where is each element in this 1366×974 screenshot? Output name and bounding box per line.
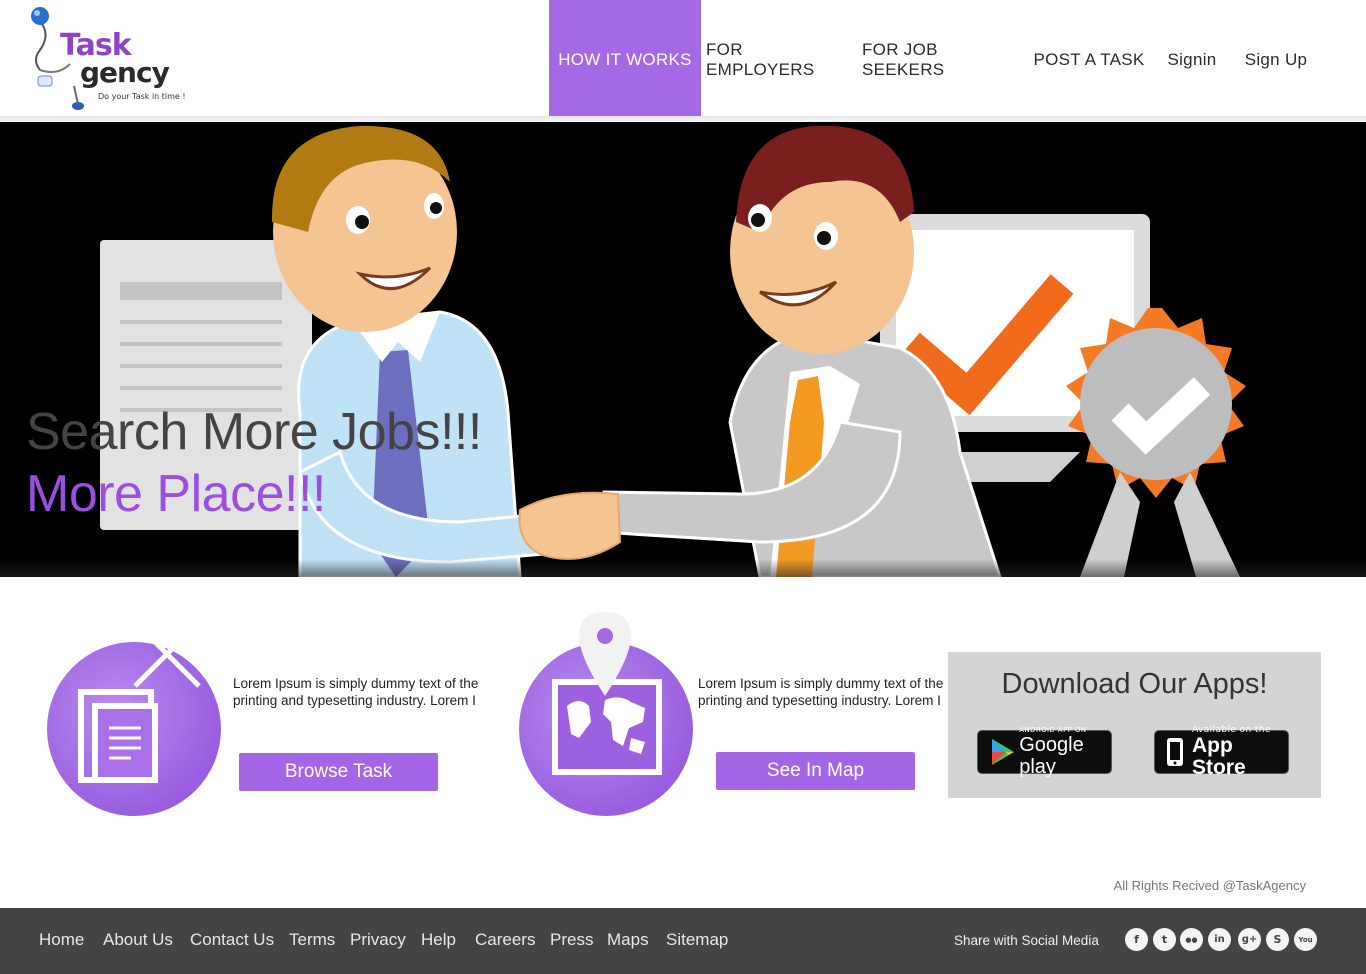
google-play-big-text: Google play xyxy=(1019,734,1084,778)
nav-sign-up[interactable]: Sign Up xyxy=(1236,0,1316,120)
site-footer: Home About Us Contact Us Terms Privacy H… xyxy=(0,908,1366,974)
browse-task-circle xyxy=(47,620,221,816)
see-in-map-description: Lorem Ipsum is simply dummy text of the … xyxy=(698,676,944,708)
documents-icon xyxy=(78,620,201,783)
logo-tagline: Do your Task in time ! xyxy=(98,92,186,101)
phone-icon xyxy=(1167,738,1183,766)
footer-link-help[interactable]: Help xyxy=(421,930,456,950)
google-play-small-text: ANDROID APP ON xyxy=(1019,726,1087,734)
nav-signin[interactable]: Signin xyxy=(1158,0,1226,120)
footer-link-about-us[interactable]: About Us xyxy=(103,930,173,950)
facebook-icon[interactable]: f xyxy=(1125,928,1148,951)
nav-for-job-seekers[interactable]: FOR JOB SEEKERS xyxy=(862,0,1020,120)
linkedin-icon[interactable]: in xyxy=(1208,928,1231,951)
download-apps-title: Download Our Apps! xyxy=(1001,668,1268,700)
logo[interactable]: Task gency Do your Task in time ! xyxy=(28,6,188,118)
footer-link-contact-us[interactable]: Contact Us xyxy=(190,930,274,950)
app-store-button[interactable]: Available on the App Store xyxy=(1154,725,1289,779)
footer-link-privacy[interactable]: Privacy xyxy=(350,930,406,950)
footer-link-sitemap[interactable]: Sitemap xyxy=(666,930,728,950)
footer-link-press[interactable]: Press xyxy=(550,930,593,950)
hero-bottom-fade xyxy=(0,559,1366,577)
copyright-text: All Rights Recived @TaskAgency xyxy=(1113,878,1306,893)
browse-task-button[interactable]: Browse Task xyxy=(239,753,438,791)
share-label: Share with Social Media xyxy=(954,933,1099,948)
logo-text-agency: gency xyxy=(80,56,170,89)
google-play-button[interactable]: ANDROID APP ON Google play xyxy=(977,726,1112,778)
hero-headline: Search More Jobs!!! xyxy=(26,403,482,461)
site-header: Task gency Do your Task in time ! HOW IT… xyxy=(0,0,1366,120)
map-pin-icon xyxy=(552,612,662,775)
googleplus-icon[interactable]: g+ xyxy=(1238,928,1261,951)
footer-link-maps[interactable]: Maps xyxy=(607,930,649,950)
nav-post-a-task[interactable]: POST A TASK xyxy=(1030,0,1148,120)
see-in-map-button[interactable]: See In Map xyxy=(716,752,915,790)
download-apps-panel: Download Our Apps! ANDROID APP ON Google… xyxy=(948,652,1321,798)
youtube-icon[interactable]: You xyxy=(1294,928,1317,951)
app-store-big-text: App Store xyxy=(1191,734,1246,779)
hero-subheadline: More Place!!! xyxy=(26,465,326,523)
browse-task-description: Lorem Ipsum is simply dummy text of the … xyxy=(233,676,479,708)
twitter-icon[interactable]: t xyxy=(1153,928,1176,951)
footer-link-careers[interactable]: Careers xyxy=(475,930,535,950)
hero-banner: Search More Jobs!!! More Place!!! xyxy=(0,122,1366,577)
google-play-icon xyxy=(992,739,1014,765)
footer-link-home[interactable]: Home xyxy=(39,930,84,950)
flickr-icon[interactable]: ●● xyxy=(1180,928,1203,951)
skype-icon[interactable]: S xyxy=(1266,928,1289,951)
nav-for-employers[interactable]: FOR EMPLOYERS xyxy=(706,0,852,120)
nav-how-it-works[interactable]: HOW IT WORKS xyxy=(549,0,701,120)
footer-link-terms[interactable]: Terms xyxy=(289,930,335,950)
see-in-map-circle xyxy=(519,612,693,816)
